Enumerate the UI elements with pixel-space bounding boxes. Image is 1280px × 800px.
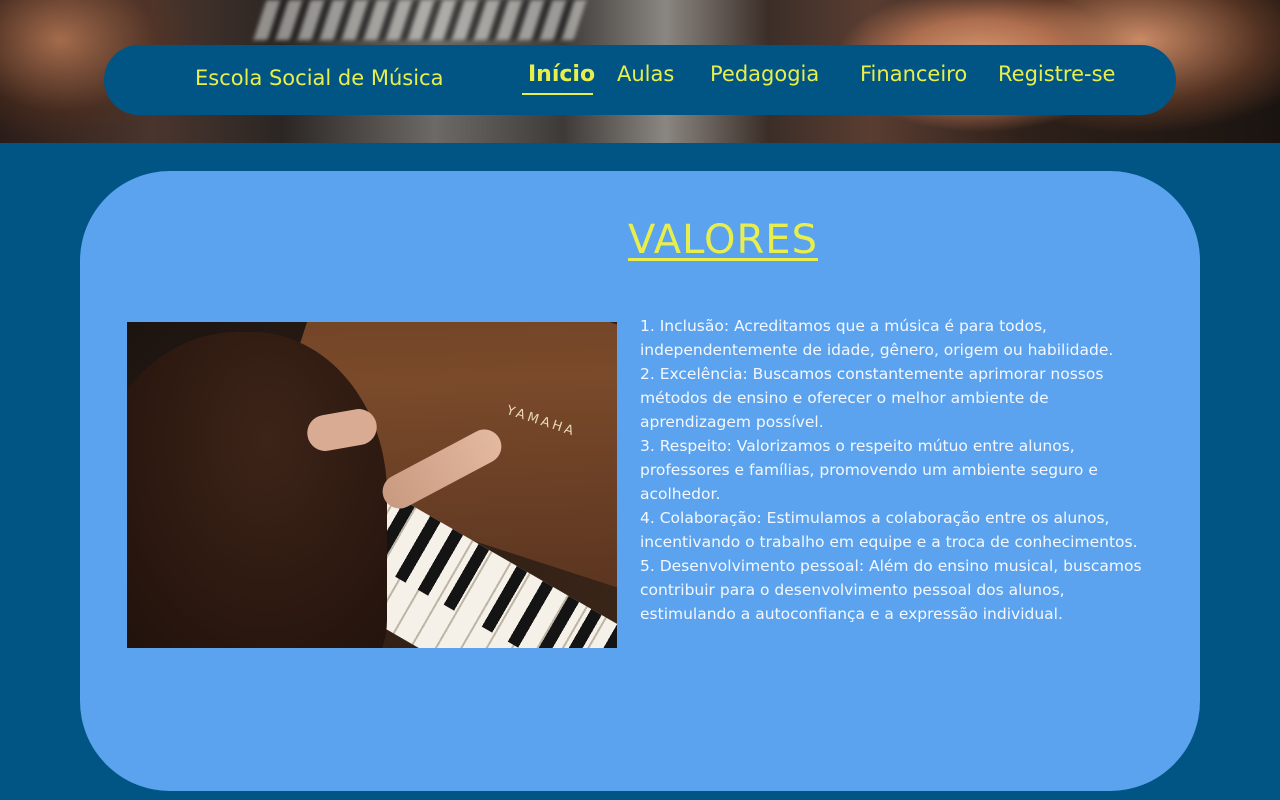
hero-piano-keys (253, 0, 587, 40)
value-item-respeito: 3. Respeito: Valorizamos o respeito mútu… (640, 437, 1098, 503)
nav-link-financeiro[interactable]: Financeiro (860, 62, 967, 86)
nav-link-inicio[interactable]: Início (528, 62, 595, 87)
value-item-inclusao: 1. Inclusão: Acreditamos que a música é … (640, 317, 1114, 359)
values-title: VALORES (628, 217, 818, 263)
nav-link-registre-se[interactable]: Registre-se (998, 62, 1115, 86)
brand-logo-text[interactable]: Escola Social de Música (195, 66, 443, 90)
pianist-figure (127, 332, 387, 648)
values-list: 1. Inclusão: Acreditamos que a música é … (640, 314, 1150, 626)
value-item-desenvolvimento: 5. Desenvolvimento pessoal: Além do ensi… (640, 557, 1142, 623)
value-item-colaboracao: 4. Colaboração: Estimulamos a colaboraçã… (640, 509, 1138, 551)
nav-active-underline (522, 93, 593, 95)
nav-link-pedagogia[interactable]: Pedagogia (710, 62, 819, 86)
nav-link-aulas[interactable]: Aulas (617, 62, 674, 86)
main-navbar: Escola Social de Música Início Aulas Ped… (104, 45, 1176, 115)
value-item-excelencia: 2. Excelência: Buscamos constantemente a… (640, 365, 1104, 431)
piano-photo: YAMAHA (127, 322, 617, 648)
values-card: VALORES YAMAHA 1. Inclusão: Acreditamos … (80, 171, 1200, 791)
